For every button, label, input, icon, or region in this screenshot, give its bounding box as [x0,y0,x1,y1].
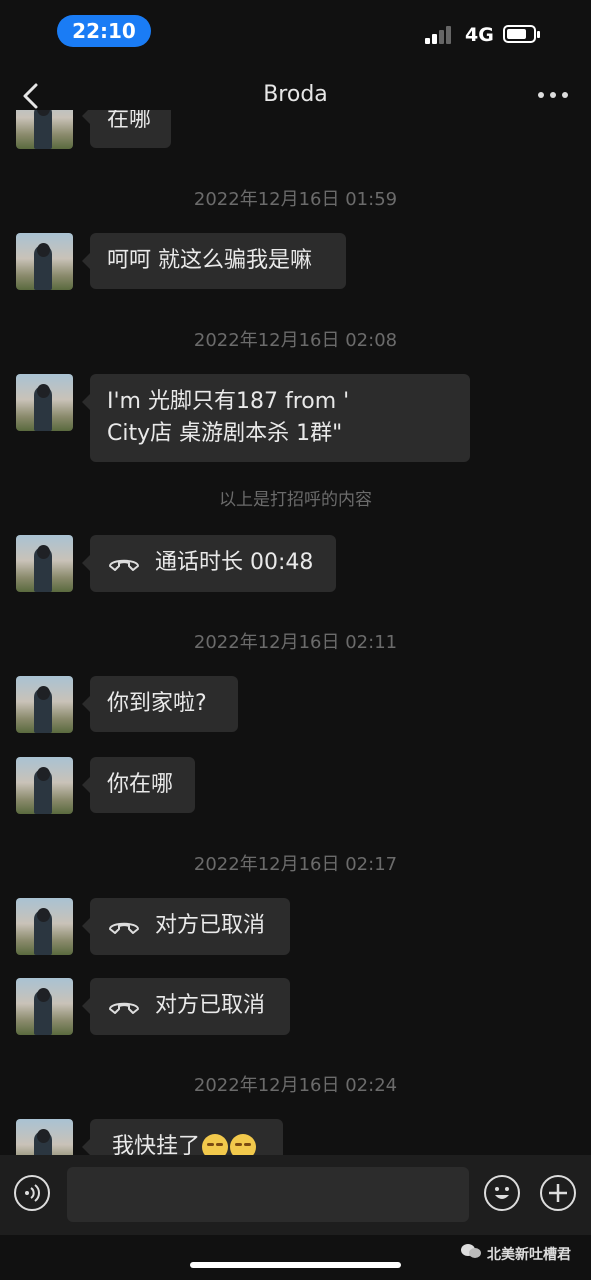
emoji-button[interactable] [484,1175,520,1211]
avatar[interactable] [16,978,73,1035]
message-bubble[interactable]: 你到家啦? [82,676,238,732]
call-status-text: 对方已取消 [155,993,266,1018]
signal-icon [425,26,457,44]
voice-icon [25,1184,40,1202]
plus-icon [549,1184,567,1202]
message-bubble[interactable]: 你在哪 [82,757,195,813]
timestamp: 2022年12月16日 01:59 [193,189,398,210]
phone-icon [109,559,139,571]
avatar[interactable] [16,535,73,592]
battery-icon [503,25,540,43]
message-text: 我快挂了 [112,1134,201,1155]
timestamp: 2022年12月16日 02:17 [193,854,398,875]
avatar[interactable] [16,1119,73,1155]
message-text: 在哪 [107,110,152,132]
message-text-line: City店 桌游剧本杀 1群" [107,421,343,446]
avatar[interactable] [16,898,73,955]
message-bubble[interactable]: 呵呵 就这么骗我是嘛 [82,233,346,289]
message-text: 呵呵 就这么骗我是嘛 [107,248,312,273]
watermark-logo-icon [461,1244,481,1258]
voice-input-button[interactable] [14,1175,50,1211]
status-time: 22:10 [57,15,151,47]
message-bubble[interactable]: 在哪 [82,110,171,148]
call-record-bubble[interactable]: 对方已取消 [82,978,290,1035]
message-bubble[interactable]: 我快挂了 [82,1119,283,1155]
network-type: 4G [465,24,494,46]
more-options-icon[interactable] [538,92,568,100]
avatar[interactable] [16,676,73,733]
home-indicator[interactable] [190,1262,401,1268]
watermark-text: 北美新吐槽君 [487,1247,571,1263]
timestamp: 2022年12月16日 02:11 [193,632,398,653]
crying-laughing-emoji-icon [230,1134,257,1155]
phone-icon [109,922,139,934]
avatar[interactable] [16,757,73,814]
avatar[interactable] [16,233,73,290]
call-record-bubble[interactable]: 对方已取消 [82,898,290,955]
smiley-icon [495,1187,509,1199]
timestamp: 2022年12月16日 02:24 [193,1075,398,1096]
chat-title: Broda [263,82,328,107]
call-record-bubble[interactable]: 通话时长 00:48 [82,535,336,592]
more-actions-button[interactable] [540,1175,576,1211]
message-input[interactable] [67,1167,469,1222]
system-notice: 以上是打招呼的内容 [219,490,372,510]
message-text-line: I'm 光脚只有187 from ' [107,389,350,414]
status-bar: 22:10 4G [0,0,591,62]
timestamp: 2022年12月16日 02:08 [193,330,398,351]
avatar[interactable] [16,374,73,431]
crying-laughing-emoji-icon [202,1134,229,1155]
message-list[interactable]: 在哪 2022年12月16日 01:59 呵呵 就这么骗我是嘛 2022年12月… [0,110,591,1155]
avatar[interactable] [16,110,73,149]
phone-icon [109,1002,139,1014]
message-bubble[interactable]: I'm 光脚只有187 from ' City店 桌游剧本杀 1群" [82,374,470,462]
message-text: 你在哪 [107,772,174,797]
input-bar [0,1155,591,1235]
call-status-text: 对方已取消 [155,913,266,938]
call-duration-text: 通话时长 00:48 [155,550,314,575]
message-text: 你到家啦? [107,691,207,716]
